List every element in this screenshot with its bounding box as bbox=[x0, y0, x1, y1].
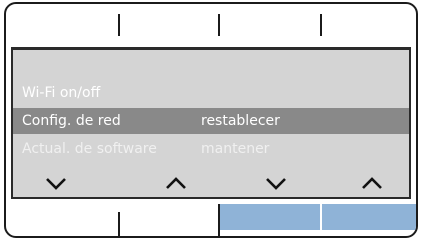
chevron-up-icon[interactable] bbox=[163, 174, 189, 192]
menu-row-label: Config. de red bbox=[22, 113, 121, 129]
bottom-divider-3 bbox=[320, 204, 321, 236]
bottom-softkey-row bbox=[6, 204, 416, 236]
bottom-divider-2 bbox=[218, 204, 220, 236]
top-divider-1 bbox=[118, 14, 120, 36]
bottom-divider-1 bbox=[118, 212, 120, 236]
menu-row-label: Actual. de software bbox=[22, 141, 157, 157]
bottom-softkey-2[interactable] bbox=[120, 204, 218, 230]
bottom-softkey-1[interactable] bbox=[6, 204, 118, 230]
top-softkey-3[interactable] bbox=[220, 4, 320, 46]
menu-row-value: restablecer bbox=[201, 113, 280, 129]
top-divider-2 bbox=[218, 14, 220, 36]
chevron-down-icon[interactable] bbox=[263, 174, 289, 192]
top-softkey-4[interactable] bbox=[322, 4, 416, 46]
menu-row-network-config[interactable]: Config. de red restablecer bbox=[13, 108, 409, 134]
bottom-softkey-3[interactable] bbox=[220, 204, 320, 230]
menu-row-label: Wi-Fi on/off bbox=[22, 85, 101, 101]
top-softkey-1[interactable] bbox=[6, 4, 118, 46]
top-softkey-2[interactable] bbox=[120, 4, 218, 46]
chevron-up-icon[interactable] bbox=[359, 174, 385, 192]
control-panel-device: Wi-Fi on/off Config. de red restablecer … bbox=[4, 2, 418, 238]
top-divider-3 bbox=[320, 14, 322, 36]
menu-row-software-update[interactable]: Actual. de software mantener bbox=[13, 136, 409, 162]
top-softkey-row bbox=[6, 4, 416, 46]
menu-row-value: mantener bbox=[201, 141, 270, 157]
display-screen: Wi-Fi on/off Config. de red restablecer … bbox=[11, 47, 411, 199]
menu-row-wifi[interactable]: Wi-Fi on/off bbox=[13, 80, 409, 106]
chevron-down-icon[interactable] bbox=[43, 174, 69, 192]
bottom-softkey-4[interactable] bbox=[322, 204, 416, 230]
